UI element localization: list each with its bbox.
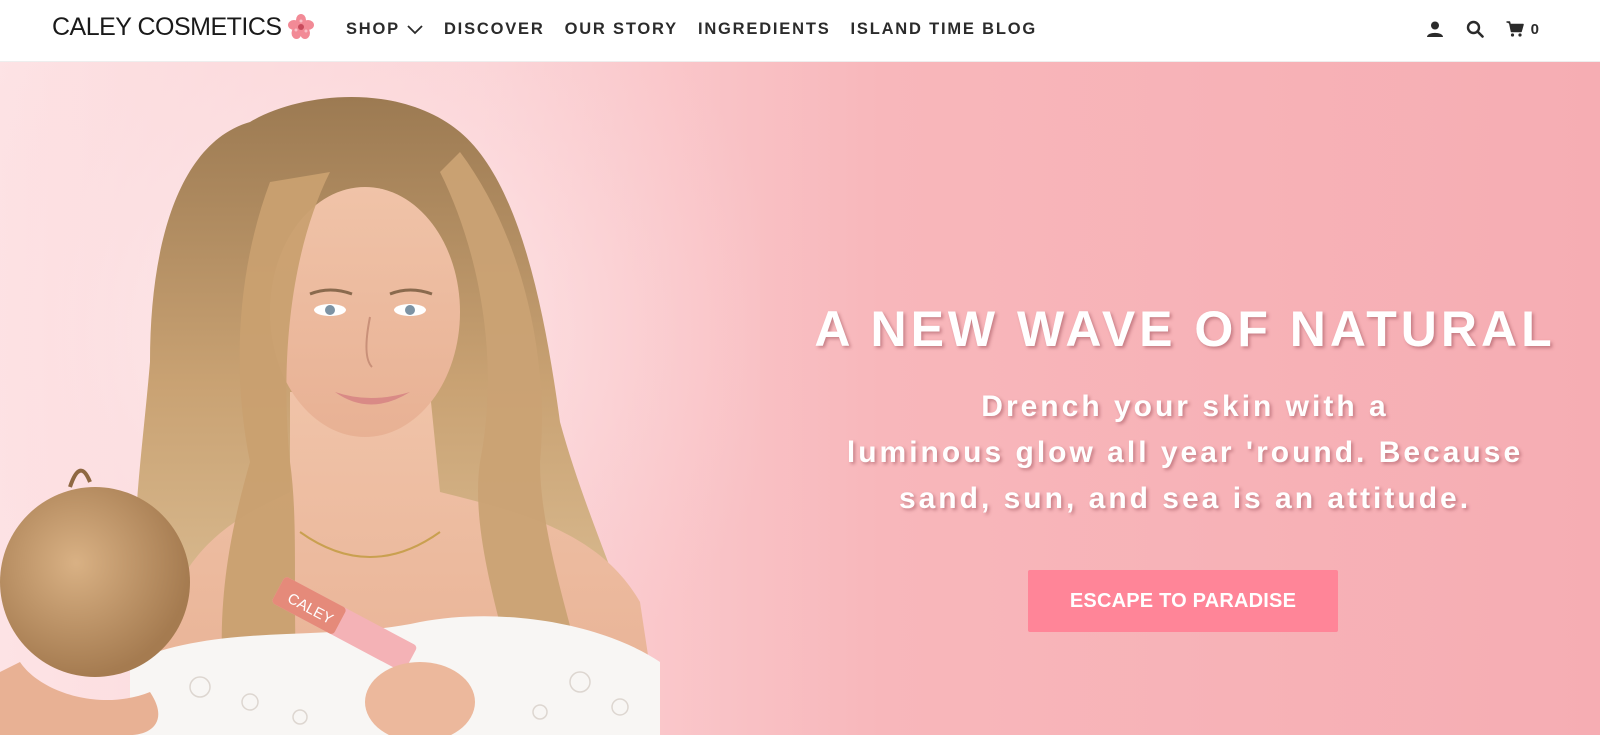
nav-shop[interactable]: SHOP xyxy=(346,20,424,39)
hero-subheading-line: sand, sun, and sea is an attitude. xyxy=(898,482,1472,515)
hero-model-image: CALEY xyxy=(0,62,760,735)
hero-heading: A NEW WAVE OF NATURAL xyxy=(814,301,1556,357)
user-icon[interactable] xyxy=(1426,20,1444,38)
nav-our-story[interactable]: OUR STORY xyxy=(565,20,678,39)
hero-subheading-line: Drench your skin with a xyxy=(981,390,1389,423)
nav-shop-label: SHOP xyxy=(346,19,400,38)
hero-subheading: Drench your skin with a luminous glow al… xyxy=(790,384,1580,522)
search-icon[interactable] xyxy=(1466,20,1484,38)
cart-icon xyxy=(1506,21,1524,37)
nav-island-time-blog[interactable]: ISLAND TIME BLOG xyxy=(851,20,1037,39)
hero-subheading-line: luminous glow all year 'round. Because xyxy=(846,436,1524,469)
main-nav: SHOP DISCOVER OUR STORY INGREDIENTS ISLA… xyxy=(346,0,1057,58)
hibiscus-flower-icon xyxy=(287,14,314,39)
brand-name: CALEY COSMETICS xyxy=(52,12,282,41)
cart-button[interactable]: 0 xyxy=(1506,20,1540,38)
cart-count: 0 xyxy=(1530,20,1540,38)
hero-banner: CALEY A NEW WAVE OF NATURAL Drench your … xyxy=(0,62,1600,735)
escape-to-paradise-button[interactable]: ESCAPE TO PARADISE xyxy=(1028,570,1338,632)
chevron-down-icon xyxy=(407,25,423,35)
brand-logo[interactable]: CALEY COSMETICS xyxy=(52,12,314,42)
header-actions: 0 xyxy=(1426,0,1540,58)
nav-discover[interactable]: DISCOVER xyxy=(444,20,545,39)
site-header: CALEY COSMETICS SHOP DISCOVER OUR STORY … xyxy=(0,0,1600,62)
nav-ingredients[interactable]: INGREDIENTS xyxy=(698,20,831,39)
